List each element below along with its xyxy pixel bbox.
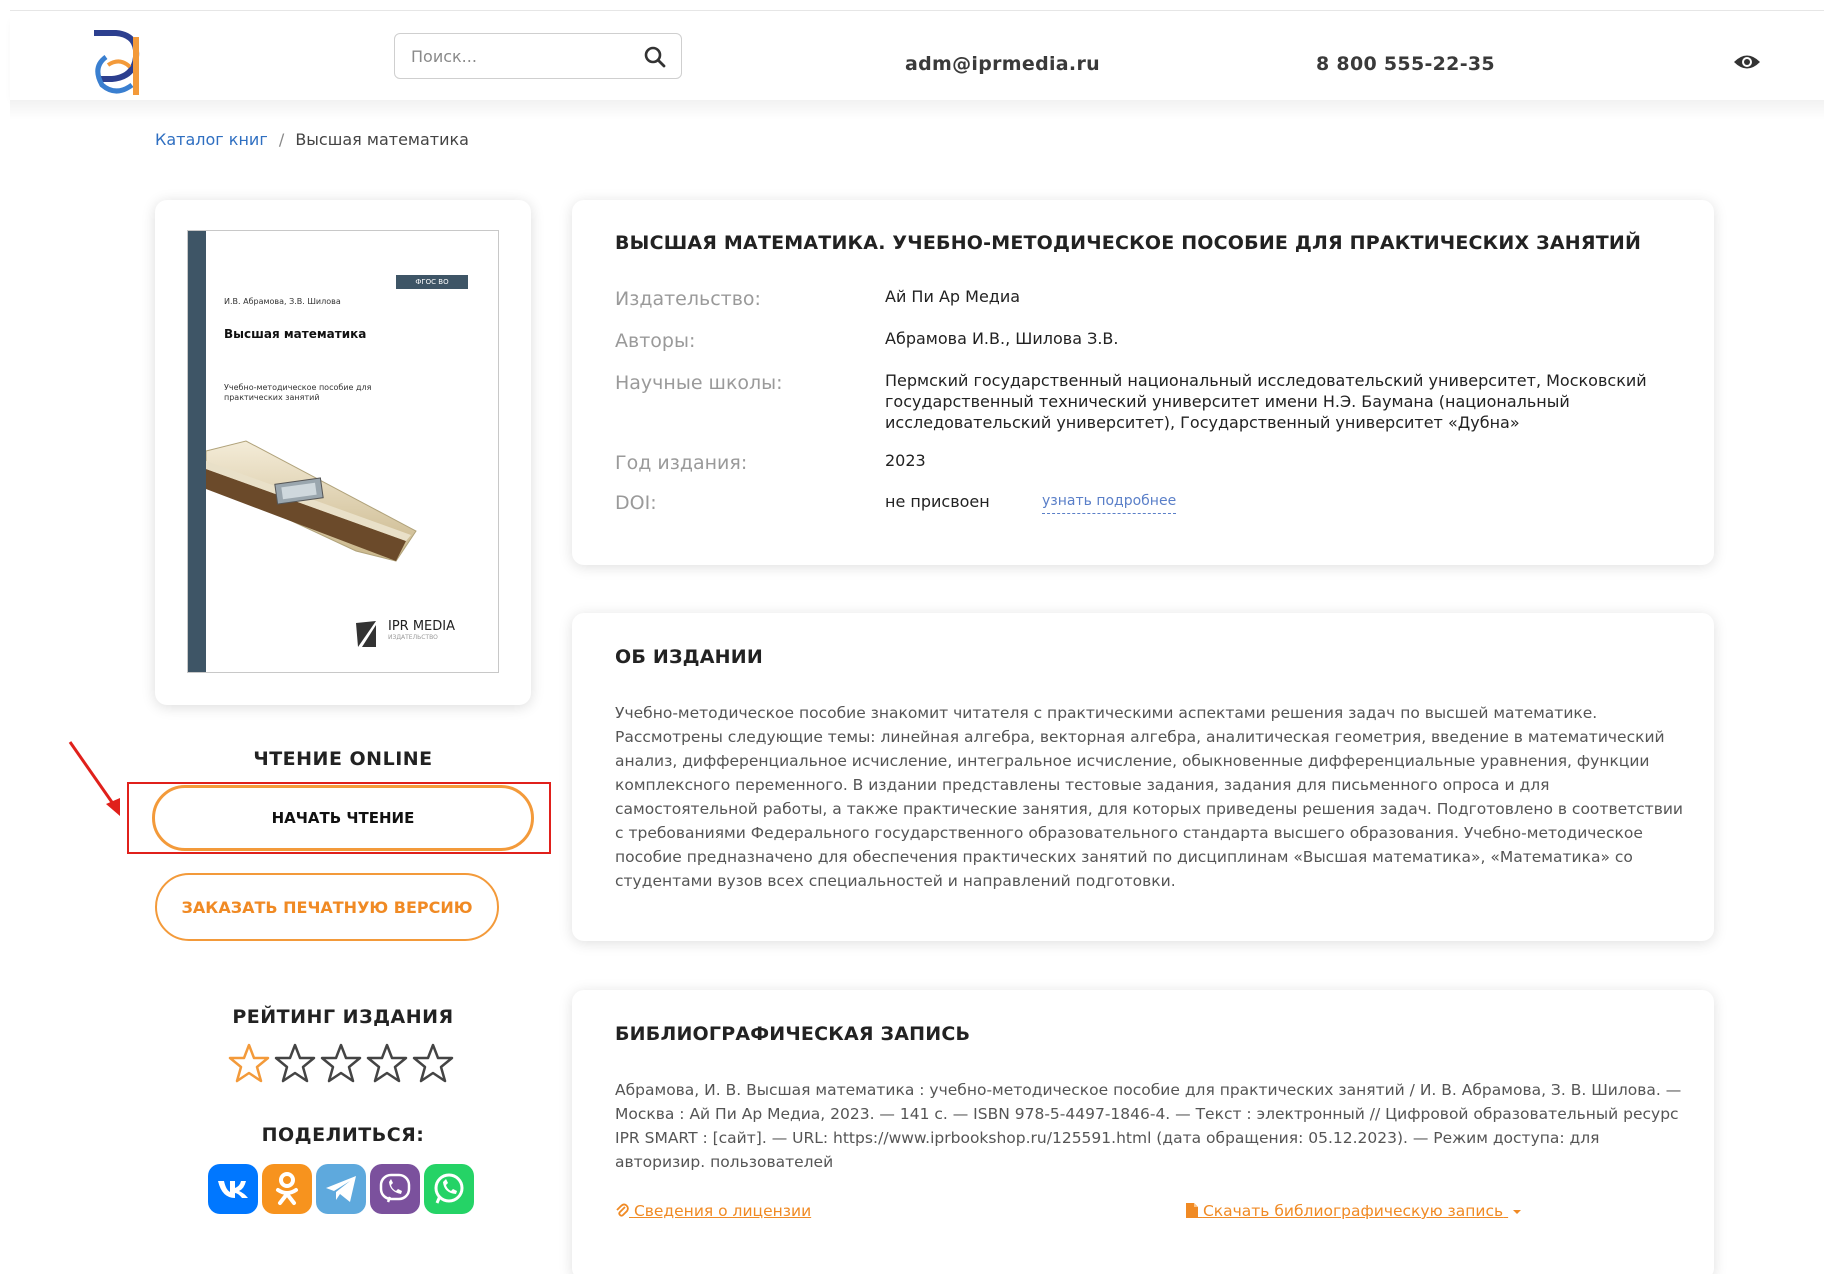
cover-title: Высшая математика bbox=[224, 327, 367, 341]
contact-email[interactable]: adm@iprmedia.ru bbox=[905, 53, 1100, 75]
star-icon[interactable] bbox=[412, 1042, 454, 1084]
about-card: ОБ ИЗДАНИИ Учебно-методическое пособие з… bbox=[572, 613, 1714, 941]
viber-share-button[interactable] bbox=[370, 1164, 420, 1214]
bibliography-title: БИБЛИОГРАФИЧЕСКАЯ ЗАПИСЬ bbox=[615, 1023, 971, 1045]
share-title: ПОДЕЛИТЬСЯ: bbox=[261, 1124, 425, 1146]
cover-publisher-name: IPR MEDIA bbox=[388, 619, 456, 634]
book-info-card: ВЫСШАЯ МАТЕМАТИКА. УЧЕБНО-МЕТОДИЧЕСКОЕ П… bbox=[572, 200, 1714, 565]
schools-label: Научные школы: bbox=[615, 372, 783, 394]
doi-value: не присвоен bbox=[885, 492, 990, 511]
bibliography-card: БИБЛИОГРАФИЧЕСКАЯ ЗАПИСЬ Абрамова, И. В.… bbox=[572, 990, 1714, 1274]
year-label: Год издания: bbox=[615, 452, 748, 474]
about-title: ОБ ИЗДАНИИ bbox=[615, 646, 763, 668]
license-link-label: Сведения о лицензии bbox=[633, 1202, 812, 1220]
about-text: Учебно-методическое пособие знакомит чит… bbox=[615, 704, 1683, 890]
order-print-button[interactable]: ЗАКАЗАТЬ ПЕЧАТНУЮ ВЕРСИЮ bbox=[155, 873, 499, 941]
site-header: adm@iprmedia.ru 8 800 555-22-35 bbox=[10, 10, 1824, 100]
cover-spine bbox=[188, 231, 206, 672]
year-value: 2023 bbox=[885, 451, 926, 470]
telegram-icon bbox=[326, 1176, 356, 1202]
breadcrumb-separator: / bbox=[278, 130, 285, 149]
star-icon[interactable] bbox=[366, 1042, 408, 1084]
cover-publisher-sub: ИЗДАТЕЛЬСТВО bbox=[388, 634, 438, 641]
doi-label: DOI: bbox=[615, 492, 657, 514]
cover-authors: И.В. Абрамова, З.В. Шилова bbox=[224, 297, 341, 306]
odnoklassniki-icon bbox=[276, 1172, 298, 1205]
license-link[interactable]: Сведения о лицензии bbox=[615, 1202, 811, 1220]
publisher-value: Ай Пи Ар Медиа bbox=[885, 287, 1021, 306]
book-cover-card: ФГОС ВО И.В. Абрамова, З.В. Шилова Высша… bbox=[155, 200, 531, 705]
publisher-label: Издательство: bbox=[615, 288, 761, 310]
paperclip-icon bbox=[616, 1203, 629, 1217]
cover-badge: ФГОС ВО bbox=[396, 275, 468, 289]
odnoklassniki-share-button[interactable] bbox=[262, 1164, 312, 1214]
header-shadow bbox=[10, 100, 1824, 120]
start-reading-button[interactable]: НАЧАТЬ ЧТЕНИЕ bbox=[152, 785, 534, 851]
cover-subtitle: Учебно-методическое пособие для практиче… bbox=[224, 383, 372, 402]
contact-phone[interactable]: 8 800 555-22-35 bbox=[1316, 53, 1495, 75]
online-reading-title: ЧТЕНИЕ ONLINE bbox=[253, 748, 433, 770]
viber-icon bbox=[379, 1173, 411, 1203]
rating-stars bbox=[228, 1042, 454, 1084]
ipr-media-logo-icon bbox=[356, 621, 376, 647]
eye-icon[interactable] bbox=[1732, 51, 1762, 73]
whatsapp-icon bbox=[434, 1173, 464, 1204]
rating-title: РЕЙТИНГ ИЗДАНИЯ bbox=[232, 1006, 454, 1028]
bibliography-text: Абрамова, И. В. Высшая математика : учеб… bbox=[615, 1081, 1682, 1171]
share-buttons bbox=[208, 1164, 474, 1214]
search-icon[interactable] bbox=[643, 45, 667, 69]
doi-more-link[interactable]: узнать подробнее bbox=[1042, 493, 1177, 514]
star-icon[interactable] bbox=[274, 1042, 316, 1084]
star-icon[interactable] bbox=[228, 1042, 270, 1084]
caret-down-icon bbox=[1513, 1210, 1522, 1214]
book-cover[interactable]: ФГОС ВО И.В. Абрамова, З.В. Шилова Высша… bbox=[187, 230, 499, 673]
breadcrumb: Каталог книг / Высшая математика bbox=[155, 130, 469, 149]
download-bibliography-label: Скачать библиографическую запись bbox=[1202, 1202, 1504, 1220]
site-logo[interactable] bbox=[86, 27, 156, 99]
vk-share-button[interactable] bbox=[208, 1164, 258, 1214]
slide-rule-illustration bbox=[206, 440, 417, 562]
whatsapp-share-button[interactable] bbox=[424, 1164, 474, 1214]
breadcrumb-current: Высшая математика bbox=[295, 130, 469, 149]
download-bibliography-link[interactable]: Скачать библиографическую запись bbox=[1186, 1202, 1522, 1220]
telegram-share-button[interactable] bbox=[316, 1164, 366, 1214]
file-icon bbox=[1186, 1203, 1198, 1218]
authors-label: Авторы: bbox=[615, 330, 696, 352]
book-title: ВЫСШАЯ МАТЕМАТИКА. УЧЕБНО-МЕТОДИЧЕСКОЕ П… bbox=[615, 232, 1642, 254]
authors-value: Абрамова И.В., Шилова З.В. bbox=[885, 329, 1119, 348]
cover-publisher: IPR MEDIA ИЗДАТЕЛЬСТВО bbox=[388, 619, 455, 641]
star-icon[interactable] bbox=[320, 1042, 362, 1084]
breadcrumb-catalog-link[interactable]: Каталог книг bbox=[155, 130, 268, 149]
schools-value: Пермский государственный национальный ис… bbox=[885, 371, 1647, 432]
vk-icon bbox=[218, 1181, 248, 1198]
search-input[interactable] bbox=[411, 34, 631, 78]
annotation-arrow bbox=[68, 741, 120, 816]
search-box[interactable] bbox=[394, 33, 682, 79]
